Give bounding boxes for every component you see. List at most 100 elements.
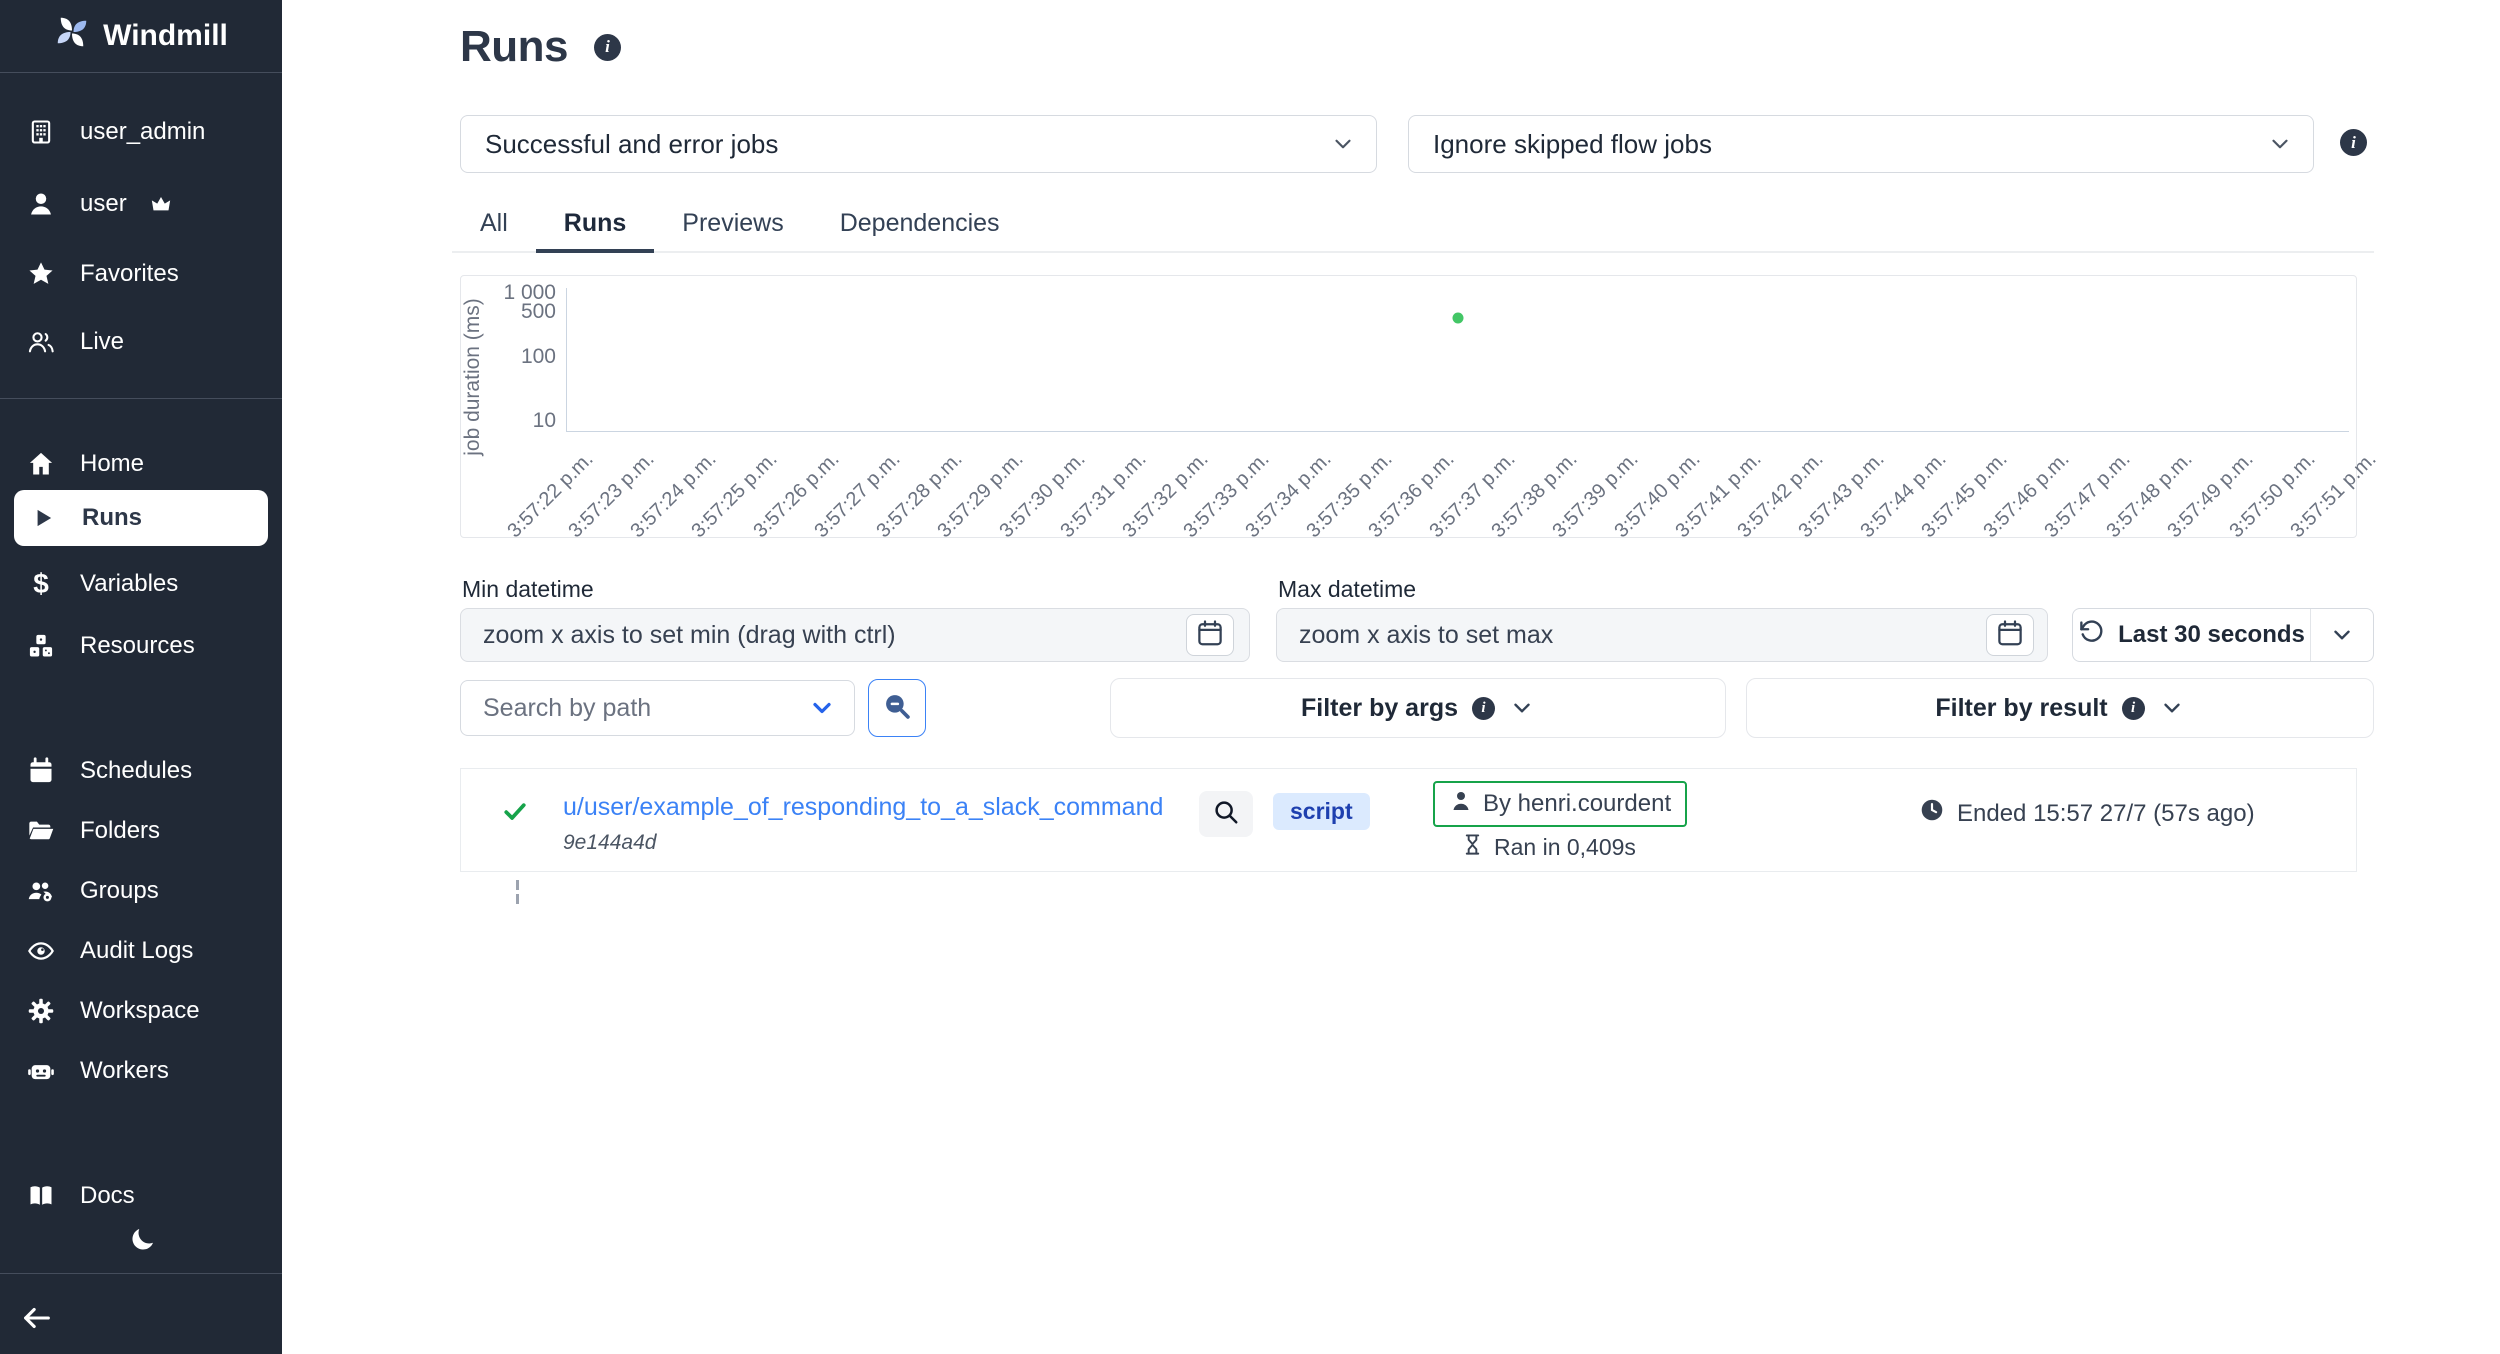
job-kind-select[interactable]: Successful and error jobs [460,115,1377,173]
run-by-label: By henri.courdent [1483,790,1671,818]
sidebar-divider [0,72,282,73]
groups-icon [24,877,58,905]
calendar-icon [1195,618,1225,653]
search-by-path-value: Search by path [483,694,651,723]
sidebar-item-home[interactable]: Home [24,440,264,488]
sidebar-item-audit-logs[interactable]: Audit Logs [24,927,264,975]
sidebar-item-workers[interactable]: Workers [24,1047,264,1095]
sidebar-item-label: Home [80,450,144,478]
collapse-sidebar-button[interactable] [20,1300,64,1340]
clock-icon [1919,797,1945,830]
min-datetime-calendar-button[interactable] [1186,614,1234,656]
time-range-label: Last 30 seconds [2118,621,2305,649]
skipped-flow-select[interactable]: Ignore skipped flow jobs [1408,115,2314,173]
sidebar-item-runs[interactable]: Runs [14,490,268,546]
tab-all[interactable]: All [452,197,536,253]
arrow-left-icon [20,1301,54,1340]
sidebar-item-live[interactable]: Live [24,318,264,366]
sidebar-item-resources[interactable]: Resources [24,622,264,670]
filter-by-result-button[interactable]: Filter by result i [1746,678,2374,738]
run-id: 9e144a4d [563,831,656,855]
sidebar-item-label: Live [80,328,124,356]
min-datetime-input[interactable] [460,608,1250,662]
sidebar-item-label: Runs [82,504,142,532]
gear-icon [24,997,58,1025]
tab-label: Dependencies [840,209,1000,238]
run-row[interactable]: u/user/example_of_responding_to_a_slack_… [460,768,2357,872]
home-icon [24,450,58,478]
person-icon [1449,789,1473,820]
sidebar-item-label: Workers [80,1057,169,1085]
filter-by-args-label: Filter by args [1301,694,1458,723]
max-datetime-input[interactable] [1276,608,2048,662]
main-content: Runs i Successful and error jobs Ignore … [282,0,2500,1354]
filter-by-args-button[interactable]: Filter by args i [1110,678,1726,738]
skipped-flow-select-value: Ignore skipped flow jobs [1433,129,1712,160]
tab-previews[interactable]: Previews [654,197,811,253]
windmill-pinwheel-icon [54,14,90,58]
run-detail-search-button[interactable] [1199,791,1253,837]
tab-runs[interactable]: Runs [536,197,655,253]
time-range-button[interactable]: Last 30 seconds [2072,608,2374,662]
sidebar-item-label: Resources [80,632,195,660]
chevron-down-icon [1330,131,1356,157]
time-range-main[interactable]: Last 30 seconds [2073,609,2310,661]
sidebar-item-variables[interactable]: $ Variables [24,560,264,608]
chevron-down-icon [2329,622,2355,648]
job-point[interactable] [1452,312,1463,323]
sidebar-item-label: Folders [80,817,160,845]
chevron-down-icon [1509,695,1535,721]
min-datetime-label: Min datetime [462,576,594,603]
run-by-badge[interactable]: By henri.courdent [1433,781,1687,827]
max-datetime-calendar-button[interactable] [1986,614,2034,656]
cubes-icon [24,632,58,660]
search-button[interactable] [868,679,926,737]
sidebar-divider [0,398,282,399]
run-duration: Ran in 0,409s [1461,833,1636,862]
sidebar-item-label: Workspace [80,997,200,1025]
run-ended-label: Ended 15:57 27/7 (57s ago) [1957,800,2255,828]
jobs-duration-chart[interactable]: job duration (ms) 1 00050010010 3:57:22 … [460,275,2357,538]
tab-label: Runs [564,209,627,238]
sidebar-divider [0,1273,282,1274]
tab-label: All [480,209,508,238]
info-icon[interactable]: i [594,34,621,61]
tab-label: Previews [682,209,783,238]
user-icon [24,190,58,218]
sidebar-item-workspace[interactable]: Workspace [24,987,264,1035]
sidebar-item-schedules[interactable]: Schedules [24,747,264,795]
star-icon [24,260,58,288]
y-tick-label: 100 [461,345,556,369]
sidebar-item-docs[interactable]: Docs [24,1172,264,1220]
hourglass-icon [1461,833,1484,862]
max-datetime-label: Max datetime [1278,576,1416,603]
crown-icon [151,196,171,213]
run-path-link[interactable]: u/user/example_of_responding_to_a_slack_… [563,793,1163,822]
search-minus-icon [880,689,914,728]
sidebar-item-folders[interactable]: Folders [24,807,264,855]
page-header: Runs i [460,22,621,72]
folder-icon [24,817,58,845]
sidebar-item-user[interactable]: user [24,180,264,228]
calendar-icon [1995,618,2025,653]
run-duration-label: Ran in 0,409s [1494,834,1636,861]
time-range-caret[interactable] [2311,609,2373,661]
windmill-logo[interactable]: Windmill [0,0,282,72]
dollar-icon: $ [24,568,58,600]
dark-mode-toggle[interactable] [122,1222,162,1262]
tab-dependencies[interactable]: Dependencies [812,197,1028,253]
runs-tabbar: All Runs Previews Dependencies [452,195,2374,253]
sidebar-item-favorites[interactable]: Favorites [24,250,264,298]
sidebar-item-groups[interactable]: Groups [24,867,264,915]
filter-by-result-label: Filter by result [1935,694,2107,723]
job-kind-badge: script [1273,793,1370,830]
chart-x-axis-line [566,431,2349,432]
info-icon: i [1472,697,1495,720]
info-icon: i [2122,697,2145,720]
search-by-path-select[interactable]: Search by path [460,680,855,736]
play-icon [26,505,60,531]
robot-icon [24,1057,58,1085]
info-icon[interactable]: i [2340,129,2367,156]
sidebar-item-label: Audit Logs [80,937,193,965]
sidebar-item-workspace-user-admin[interactable]: user_admin [24,108,264,156]
